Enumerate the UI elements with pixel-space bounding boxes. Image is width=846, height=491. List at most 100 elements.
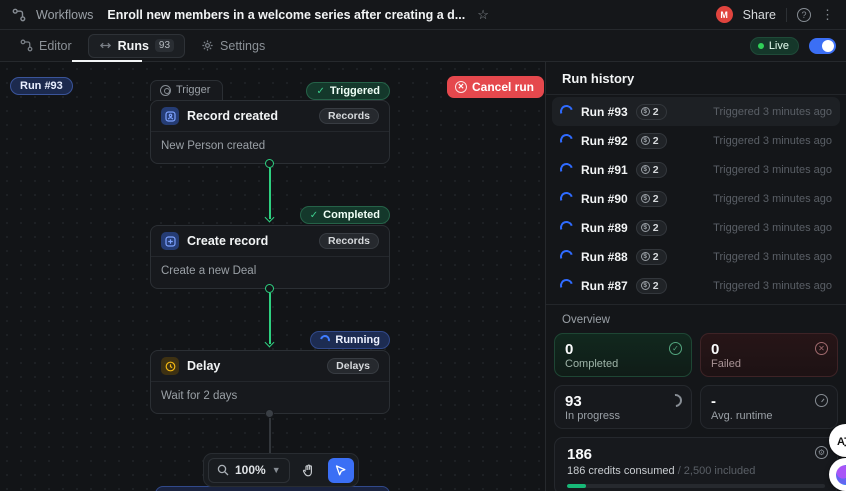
trigger-target-icon	[160, 84, 171, 96]
connector-dot[interactable]	[265, 284, 274, 293]
run-name: Run #93	[581, 104, 628, 119]
tab-editor-label: Editor	[39, 38, 72, 53]
node-object-tag: Records	[318, 108, 379, 124]
pan-hand-tool[interactable]	[296, 458, 322, 483]
tab-settings-label: Settings	[220, 38, 266, 53]
top-bar-actions: M Share ? ⋮	[715, 6, 834, 23]
top-bar: Workflows Enroll new members in a welcom…	[0, 0, 846, 30]
avatar[interactable]: M	[715, 6, 733, 23]
run-time: Triggered 3 minutes ago	[713, 105, 832, 118]
run-credits-badge: $2	[635, 132, 667, 149]
node-record-created[interactable]: Record created Records New Person create…	[150, 100, 390, 164]
in-progress-label: In progress	[565, 410, 621, 423]
coin-icon: $	[640, 223, 650, 232]
run-row[interactable]: Run #92 $2 Triggered 3 minutes ago	[552, 126, 840, 155]
status-badge-completed: ✓ Completed	[299, 206, 390, 224]
toggle-knob	[822, 39, 834, 52]
run-credits: 2	[652, 279, 659, 292]
run-time: Triggered 3 minutes ago	[713, 279, 832, 292]
run-credits: 2	[652, 105, 659, 118]
avg-runtime-label: Avg. runtime	[711, 410, 773, 423]
completed-value: 0	[565, 341, 574, 358]
records-node-icon	[161, 232, 179, 250]
select-cursor-tool[interactable]	[327, 457, 354, 483]
help-icon[interactable]: ?	[797, 7, 811, 22]
live-dot-icon	[757, 42, 764, 49]
gear-icon[interactable]: ⚙	[815, 446, 828, 459]
live-toggle[interactable]	[809, 37, 836, 54]
run-row[interactable]: Run #88 $2 Triggered 3 minutes ago	[552, 242, 840, 271]
overview-cards: 0 Completed ✓ 0 Failed ✕ 93 In progress …	[546, 333, 846, 429]
run-row[interactable]: Run #87 $2 Triggered 3 minutes ago	[552, 271, 840, 300]
breadcrumb-workflows[interactable]: Workflows	[36, 8, 93, 22]
in-progress-card: 93 In progress	[554, 385, 692, 429]
node-title: Create record	[187, 234, 269, 248]
run-row[interactable]: Run #91 $2 Triggered 3 minutes ago	[552, 155, 840, 184]
credits-progress-fill	[567, 484, 587, 488]
run-spinner-icon	[557, 160, 576, 179]
run-spinner-icon	[557, 247, 576, 266]
node-title: Record created	[187, 109, 279, 123]
avg-runtime-card: - Avg. runtime	[700, 385, 838, 429]
check-icon: ✓	[309, 209, 319, 221]
status-label: Completed	[323, 209, 380, 221]
tab-editor[interactable]: Editor	[10, 35, 82, 57]
run-spinner-icon	[557, 276, 576, 295]
run-credits-badge: $2	[635, 248, 667, 265]
trigger-kind-label: Trigger	[176, 84, 211, 96]
credits-card: 186 186 credits consumed / 2,500 include…	[554, 437, 838, 491]
tab-bar-right: Live	[749, 36, 836, 55]
translate-icon: A文	[837, 435, 846, 448]
overflow-menu-icon[interactable]: ⋮	[821, 8, 834, 21]
run-row[interactable]: Run #93 $2 Triggered 3 minutes ago	[552, 97, 840, 126]
connector-dot[interactable]	[265, 409, 274, 418]
node-description: Create a new Deal	[161, 265, 257, 277]
node-create-record[interactable]: Create record Records Create a new Deal	[150, 225, 390, 289]
workflow-title[interactable]: Enroll new members in a welcome series a…	[107, 8, 465, 22]
run-name: Run #87	[581, 278, 628, 293]
coin-icon: $	[640, 136, 650, 145]
clock-icon	[815, 394, 828, 407]
tab-runs[interactable]: Runs 93	[87, 33, 186, 58]
cancel-run-label: Cancel run	[472, 80, 535, 94]
completed-label: Completed	[565, 358, 619, 371]
connector-arrow-icon	[264, 212, 275, 223]
tab-settings[interactable]: Settings	[191, 35, 275, 57]
run-credits: 2	[652, 192, 659, 205]
app-window: Workflows Enroll new members in a welcom…	[0, 0, 846, 491]
cancel-x-icon: ✕	[455, 81, 467, 93]
node-delay[interactable]: Delay Delays Wait for 2 days	[150, 350, 390, 414]
workflow-canvas[interactable]: Run #93 ✕ Cancel run Trigger ✓ Triggered	[0, 62, 545, 491]
runs-count-badge: 93	[154, 39, 175, 52]
run-row[interactable]: Run #90 $2 Triggered 3 minutes ago	[552, 184, 840, 213]
run-name: Run #92	[581, 133, 628, 148]
share-button[interactable]: Share	[743, 8, 776, 22]
run-time: Triggered 3 minutes ago	[713, 163, 832, 176]
run-time: Triggered 3 minutes ago	[713, 250, 832, 263]
coin-icon: $	[640, 281, 650, 290]
favorite-star-icon[interactable]: ☆	[477, 7, 489, 23]
run-spinner-icon	[557, 102, 576, 121]
failed-label: Failed	[711, 358, 741, 371]
zoom-magnifier-icon	[217, 464, 229, 476]
zoom-control[interactable]: 100% ▼	[208, 457, 290, 483]
coin-icon: $	[640, 194, 650, 203]
coin-icon: $	[640, 165, 650, 174]
credits-caption: 186 credits consumed / 2,500 included	[567, 465, 825, 477]
run-credits: 2	[652, 221, 659, 234]
canvas-toolbar: 100% ▼	[203, 453, 359, 487]
overview-label: Overview	[562, 314, 610, 326]
cancel-run-button[interactable]: ✕ Cancel run	[447, 76, 545, 98]
connector-dot[interactable]	[265, 159, 274, 168]
credits-consumed: 186 credits consumed	[567, 465, 675, 477]
completed-card: 0 Completed ✓	[554, 333, 692, 377]
coin-icon: $	[640, 252, 650, 261]
node-title: Delay	[187, 359, 221, 373]
run-row[interactable]: Run #89 $2 Triggered 3 minutes ago	[552, 213, 840, 242]
run-spinner-icon	[557, 131, 576, 150]
run-credits: 2	[652, 250, 659, 263]
coin-icon: $	[640, 107, 650, 116]
tab-runs-label: Runs	[117, 38, 149, 53]
brain-logo-icon	[835, 464, 846, 485]
credits-value: 186	[567, 446, 593, 463]
